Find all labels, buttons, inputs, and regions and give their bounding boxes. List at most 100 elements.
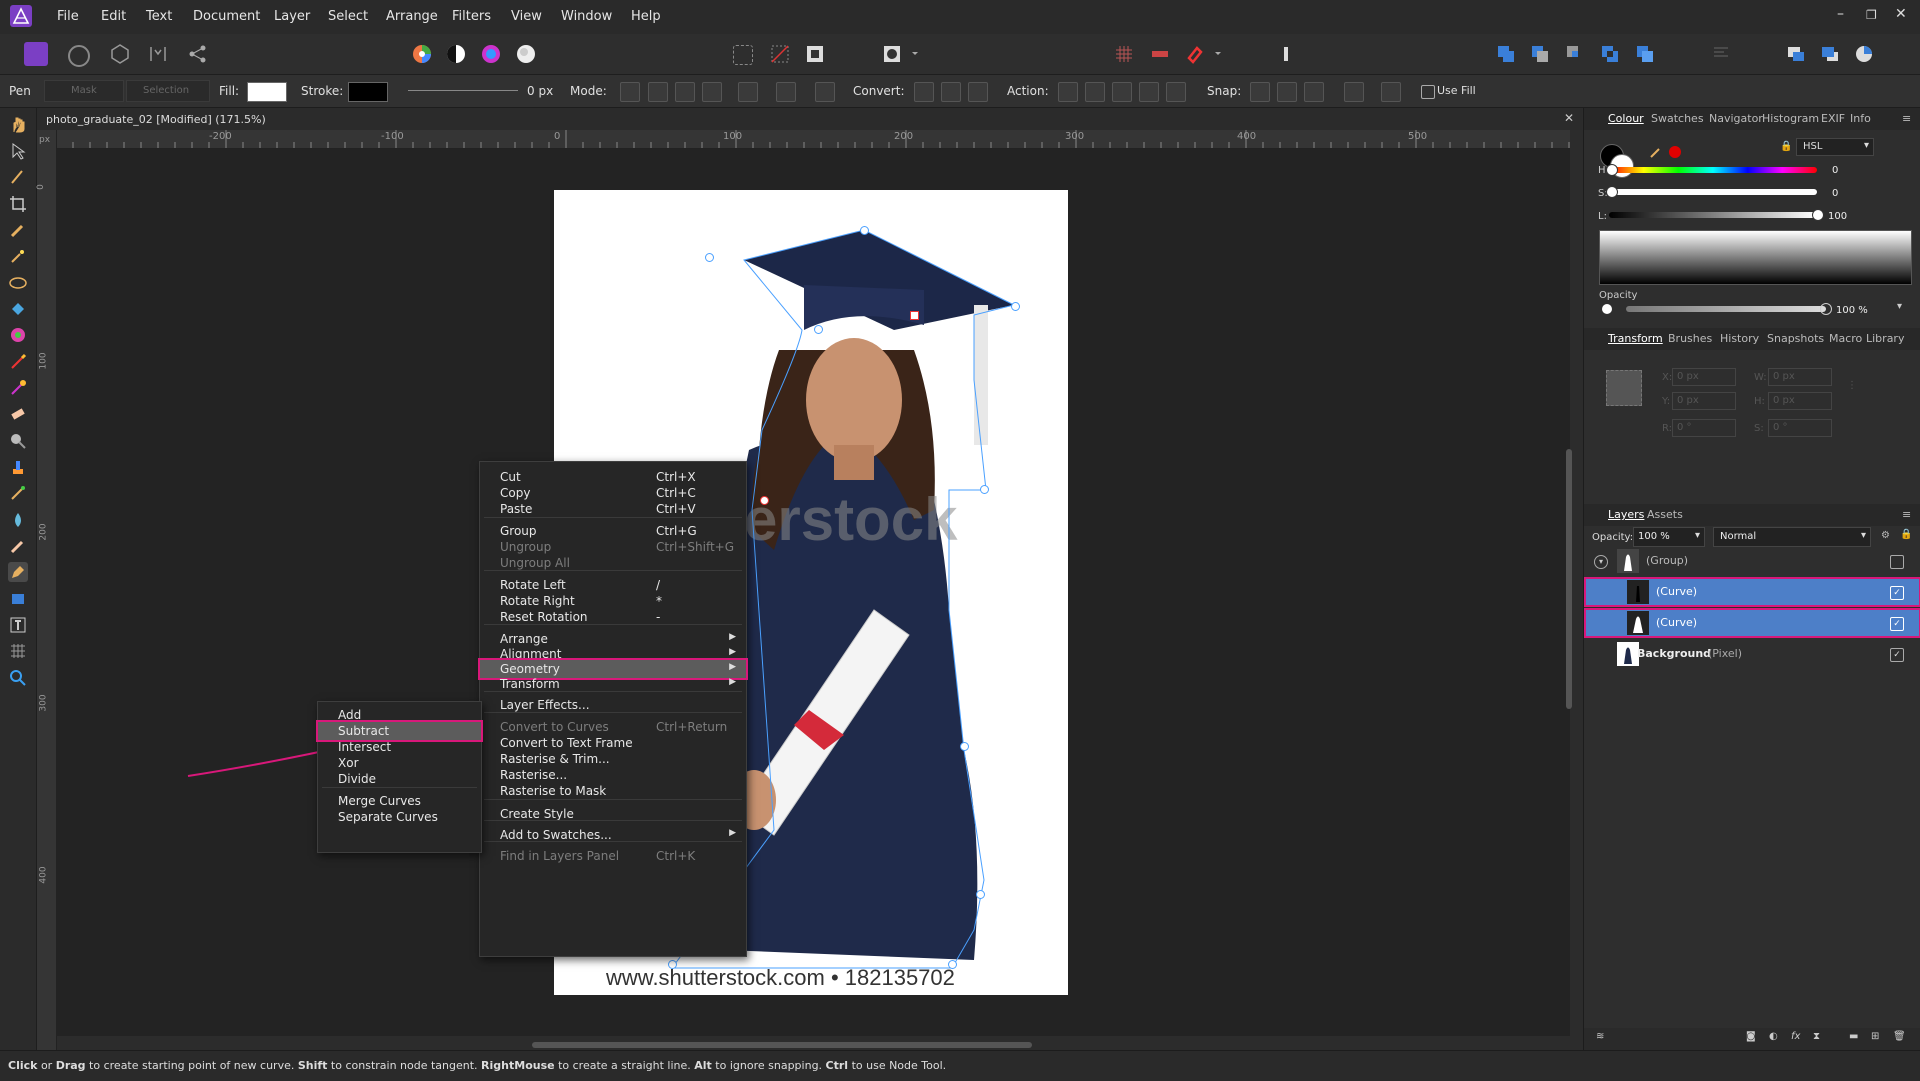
- menu-help[interactable]: Help: [631, 9, 661, 24]
- menu-text[interactable]: Text: [146, 9, 172, 24]
- tab-library[interactable]: Library: [1866, 332, 1904, 345]
- close-window-icon[interactable]: ✕: [1895, 6, 1907, 22]
- menu-arrange[interactable]: Arrange: [386, 9, 438, 24]
- mask-icon[interactable]: [880, 42, 904, 66]
- fill-tool-icon[interactable]: [8, 299, 28, 319]
- tab-info[interactable]: Info: [1850, 112, 1871, 125]
- opacity-value-field[interactable]: 100 %: [1836, 302, 1886, 316]
- colour-model-select[interactable]: HSL ▾: [1796, 138, 1874, 156]
- rotation-field[interactable]: 0 °: [1672, 419, 1736, 437]
- tab-history[interactable]: History: [1720, 332, 1759, 345]
- arrange-back-icon[interactable]: [1818, 42, 1842, 66]
- panel-menu-icon[interactable]: ≡: [1902, 112, 1911, 125]
- add-layer-icon[interactable]: ⊞: [1871, 1031, 1879, 1042]
- gear-icon[interactable]: ⚙: [1881, 530, 1890, 541]
- snap-option-3-icon[interactable]: [1304, 82, 1324, 102]
- designer-persona-icon[interactable]: [24, 42, 48, 66]
- clone-tool-icon[interactable]: [8, 457, 28, 477]
- saturation-slider[interactable]: [1609, 189, 1817, 195]
- lock-icon[interactable]: 🔒: [1780, 141, 1792, 153]
- dodge-tool-icon[interactable]: [8, 431, 28, 451]
- chevron-down-icon[interactable]: [1213, 42, 1223, 66]
- force-pixel-icon[interactable]: [1274, 42, 1298, 66]
- expand-icon[interactable]: ▾: [1594, 555, 1608, 569]
- path-node[interactable]: [976, 890, 985, 899]
- boolean-add-icon[interactable]: [1494, 42, 1518, 66]
- tab-colour[interactable]: Colour: [1608, 112, 1644, 125]
- snap-option-5-icon[interactable]: [1381, 82, 1401, 102]
- menu-select[interactable]: Select: [328, 9, 368, 24]
- tab-macro[interactable]: Macro: [1829, 332, 1862, 345]
- w-field[interactable]: 0 px: [1768, 368, 1832, 386]
- tab-transform[interactable]: Transform: [1608, 332, 1663, 345]
- convert-smart-icon[interactable]: [968, 82, 988, 102]
- share-icon[interactable]: [186, 42, 210, 66]
- tab-swatches[interactable]: Swatches: [1651, 112, 1704, 125]
- lightness-slider-thumb[interactable]: [1812, 209, 1824, 221]
- invert-selection-icon[interactable]: [803, 42, 827, 66]
- smooth-curve-icon[interactable]: [1112, 82, 1132, 102]
- l-value[interactable]: 100: [1828, 211, 1847, 222]
- path-node[interactable]: [814, 325, 823, 334]
- mixer-brush-icon[interactable]: [8, 378, 28, 398]
- stroke-width-slider[interactable]: [408, 90, 518, 91]
- export-persona-icon[interactable]: [108, 42, 132, 66]
- snap-option-2-icon[interactable]: [1277, 82, 1297, 102]
- mesh-warp-icon[interactable]: [8, 641, 28, 661]
- document-tab[interactable]: photo_graduate_02 [Modified] (171.5%) ✕: [37, 108, 1582, 130]
- app-logo-icon[interactable]: [10, 5, 32, 27]
- retouch-tool-icon[interactable]: [8, 483, 28, 503]
- use-fill-checkbox[interactable]: [1421, 85, 1435, 99]
- text-frame-tool-icon[interactable]: [8, 615, 28, 635]
- opacity-slider[interactable]: [1626, 306, 1826, 312]
- gradient-tool-icon[interactable]: [8, 325, 28, 345]
- delete-layer-icon[interactable]: 🗑: [1893, 1031, 1906, 1042]
- path-node-selected[interactable]: [910, 311, 919, 320]
- boolean-intersect-icon[interactable]: [1563, 42, 1587, 66]
- path-node[interactable]: [960, 742, 969, 751]
- boolean-xor-icon[interactable]: [1598, 42, 1622, 66]
- snap-to-geometry-icon[interactable]: [815, 82, 835, 102]
- eraser-tool-icon[interactable]: [8, 404, 28, 424]
- chevron-down-icon[interactable]: [910, 42, 920, 66]
- mask-toggle[interactable]: Mask: [44, 80, 124, 102]
- snap-option-1-icon[interactable]: [1250, 82, 1270, 102]
- node-tool-icon[interactable]: [8, 167, 28, 187]
- path-node[interactable]: [948, 960, 957, 969]
- lock-icon[interactable]: 🔒: [1900, 529, 1912, 540]
- tab-layers[interactable]: Layers: [1608, 508, 1644, 521]
- layer-row-curve-1[interactable]: (Curve) ✓: [1584, 577, 1920, 607]
- live-filter-icon[interactable]: ⧗: [1813, 1031, 1820, 1042]
- path-node[interactable]: [705, 253, 714, 262]
- align-icon[interactable]: [1709, 42, 1733, 66]
- tab-navigator[interactable]: Navigator: [1709, 112, 1763, 125]
- layer-row-curve-2[interactable]: (Curve) ✓: [1584, 608, 1920, 638]
- shear-field[interactable]: 0 °: [1768, 419, 1832, 437]
- convert-sharp-icon[interactable]: [914, 82, 934, 102]
- menu-document[interactable]: Document: [193, 9, 260, 24]
- convert-smooth-icon[interactable]: [941, 82, 961, 102]
- geometry-item-separate-curves[interactable]: Separate Curves: [318, 808, 481, 826]
- colour-picker-icon[interactable]: [1649, 145, 1663, 159]
- saturation-slider-thumb[interactable]: [1606, 186, 1618, 198]
- menu-edit[interactable]: Edit: [101, 9, 126, 24]
- layer-visibility-checkbox[interactable]: ✓: [1890, 617, 1904, 631]
- line-mode-icon[interactable]: [702, 82, 722, 102]
- path-node[interactable]: [668, 960, 677, 969]
- layer-row-background[interactable]: Background (Pixel) ✓: [1584, 639, 1920, 669]
- current-colour-dot[interactable]: [1669, 146, 1681, 158]
- vertical-scrollbar[interactable]: [1566, 449, 1572, 709]
- layer-visibility-checkbox[interactable]: ✓: [1890, 648, 1904, 662]
- menu-file[interactable]: File: [57, 9, 79, 24]
- pixel-persona-icon[interactable]: [68, 45, 90, 67]
- tab-brushes[interactable]: Brushes: [1668, 332, 1712, 345]
- path-node[interactable]: [1011, 302, 1020, 311]
- opacity-slider-thumb[interactable]: [1820, 303, 1832, 315]
- hue-slider[interactable]: [1609, 167, 1817, 173]
- reverse-curve-icon[interactable]: [1166, 82, 1186, 102]
- macros-icon[interactable]: [146, 42, 170, 66]
- menu-layer[interactable]: Layer: [274, 9, 310, 24]
- grid-icon[interactable]: [1112, 42, 1136, 66]
- geometry-item-divide[interactable]: Divide: [318, 770, 481, 788]
- path-node[interactable]: [980, 485, 989, 494]
